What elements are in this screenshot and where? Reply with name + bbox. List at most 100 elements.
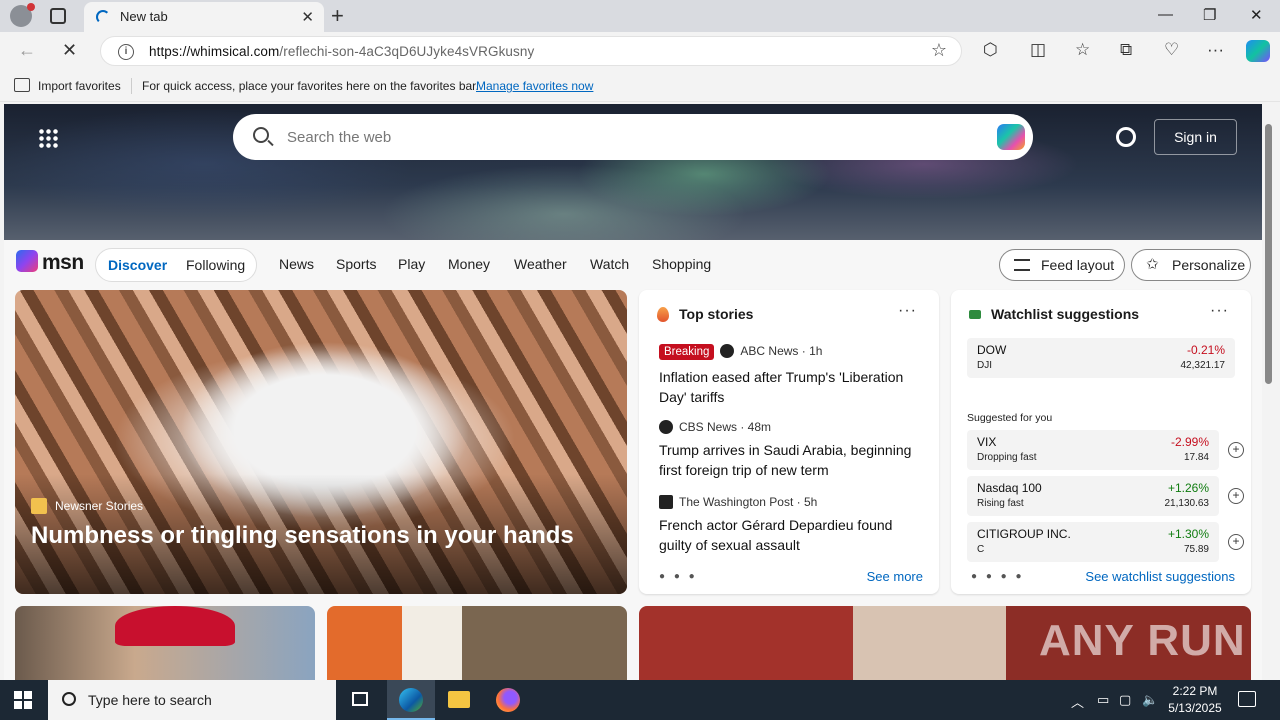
url-text: https://whimsical.com/reflechi-son-4aC3q… bbox=[149, 44, 535, 59]
minimize-button[interactable]: — bbox=[1158, 6, 1173, 23]
favorites-hint: For quick access, place your favorites h… bbox=[142, 79, 479, 93]
carousel-dots[interactable]: ● ● ● ● bbox=[971, 571, 1025, 582]
battery-icon[interactable]: ▭ bbox=[1097, 692, 1109, 708]
stock-row-dow[interactable]: DOW DJI -0.21% 42,321.17 bbox=[967, 338, 1235, 378]
stop-button[interactable]: ✕ bbox=[62, 40, 77, 61]
web-search-box[interactable] bbox=[233, 114, 1033, 160]
nav-watch[interactable]: Watch bbox=[590, 256, 629, 272]
new-tab-button[interactable]: + bbox=[331, 3, 344, 29]
nav-money[interactable]: Money bbox=[448, 256, 490, 272]
cbs-news-icon bbox=[659, 420, 673, 434]
add-to-watchlist-icon[interactable]: + bbox=[1228, 534, 1244, 550]
favorites-bar: Import favorites For quick access, place… bbox=[0, 70, 1280, 102]
restore-button[interactable]: ❐ bbox=[1203, 6, 1216, 24]
more-options-icon[interactable]: ··· bbox=[1210, 302, 1229, 320]
copilot-icon[interactable] bbox=[997, 124, 1025, 150]
hero-story-card[interactable]: Newsner Stories Numbness or tingling sen… bbox=[15, 290, 627, 594]
chevron-up-icon[interactable]: ︿ bbox=[1071, 692, 1084, 711]
profile-icon[interactable] bbox=[10, 3, 35, 27]
favorites-icon[interactable]: ☆ bbox=[1075, 40, 1090, 60]
system-clock[interactable]: 2:22 PM 5/13/2025 bbox=[1160, 683, 1230, 717]
suggested-label: Suggested for you bbox=[967, 412, 1053, 424]
story-meta: Breaking ABC News · 1h bbox=[659, 344, 822, 360]
close-window-button[interactable]: ✕ bbox=[1250, 6, 1263, 24]
feed-tabs: Discover Following bbox=[95, 248, 257, 282]
personalize-star-icon: ✩ bbox=[1146, 256, 1159, 273]
story-title[interactable]: Inflation eased after Trump's 'Liberatio… bbox=[659, 367, 921, 407]
news-thumbnail[interactable] bbox=[327, 606, 627, 680]
address-bar-row: ← ✕ i https://whimsical.com/reflechi-son… bbox=[0, 32, 1280, 70]
gear-icon[interactable] bbox=[1116, 127, 1136, 147]
story-title[interactable]: Trump arrives in Saudi Arabia, beginning… bbox=[659, 440, 921, 480]
network-icon[interactable]: ▢ bbox=[1119, 692, 1131, 708]
scrollbar[interactable] bbox=[1262, 104, 1276, 676]
taskbar-search-placeholder: Type here to search bbox=[88, 692, 212, 708]
see-more-link[interactable]: See more bbox=[867, 569, 923, 584]
nav-shopping[interactable]: Shopping bbox=[652, 256, 711, 272]
stock-row-citigroup[interactable]: CITIGROUP INC. C +1.30% 75.89 + bbox=[967, 522, 1244, 562]
nav-sports[interactable]: Sports bbox=[336, 256, 376, 272]
manage-favorites-link[interactable]: Manage favorites now bbox=[476, 79, 593, 93]
fire-icon bbox=[657, 307, 669, 322]
extensions-icon[interactable]: ⬡ bbox=[983, 40, 998, 60]
split-screen-icon[interactable]: ◫ bbox=[1030, 40, 1046, 60]
add-to-watchlist-icon[interactable]: + bbox=[1228, 488, 1244, 504]
tab-actions-icon[interactable] bbox=[50, 8, 66, 24]
personalize-label: Personalize bbox=[1172, 257, 1246, 273]
scrollbar-thumb[interactable] bbox=[1265, 124, 1272, 384]
carousel-dots[interactable]: ● ● ● bbox=[659, 571, 698, 582]
clock-date: 5/13/2025 bbox=[1168, 701, 1222, 715]
firefox-icon[interactable] bbox=[484, 680, 532, 720]
see-watchlist-link[interactable]: See watchlist suggestions bbox=[1085, 569, 1235, 584]
add-to-watchlist-icon[interactable]: + bbox=[1228, 442, 1244, 458]
volume-icon[interactable]: 🔈 bbox=[1142, 692, 1158, 708]
tab-new-tab[interactable]: New tab ✕ bbox=[84, 2, 324, 32]
top-stories-title[interactable]: Top stories bbox=[679, 306, 753, 322]
collections-icon[interactable]: ⧉ bbox=[1120, 40, 1132, 60]
apps-grid-icon[interactable] bbox=[38, 128, 58, 148]
search-input[interactable] bbox=[287, 126, 967, 148]
stock-change: -2.99% bbox=[1170, 435, 1209, 449]
stock-symbol: VIX bbox=[977, 435, 997, 449]
nav-weather[interactable]: Weather bbox=[514, 256, 567, 272]
watchlist-title[interactable]: Watchlist suggestions bbox=[991, 306, 1139, 322]
info-icon[interactable]: i bbox=[118, 44, 134, 60]
browser-essentials-icon[interactable]: ♡ bbox=[1164, 40, 1179, 60]
task-view-icon[interactable] bbox=[336, 680, 384, 720]
taskbar-search[interactable]: Type here to search bbox=[48, 680, 336, 720]
stock-trend-icon bbox=[969, 310, 981, 319]
nav-news[interactable]: News bbox=[279, 256, 314, 272]
stock-sub: Rising fast bbox=[977, 498, 1024, 509]
sign-in-button[interactable]: Sign in bbox=[1154, 119, 1237, 155]
news-thumbnail[interactable] bbox=[15, 606, 315, 680]
story-title[interactable]: French actor Gérard Depardieu found guil… bbox=[659, 515, 921, 555]
stock-sub: Dropping fast bbox=[977, 452, 1037, 463]
nav-play[interactable]: Play bbox=[398, 256, 425, 272]
stock-symbol: Nasdaq 100 bbox=[977, 481, 1042, 495]
star-icon[interactable]: ☆ bbox=[931, 40, 947, 61]
hero-headline[interactable]: Numbness or tingling sensations in your … bbox=[31, 522, 574, 550]
edge-taskbar-icon[interactable] bbox=[387, 680, 435, 720]
more-options-icon[interactable]: ··· bbox=[898, 302, 917, 320]
copilot-icon[interactable] bbox=[1246, 40, 1270, 62]
more-icon[interactable]: ··· bbox=[1207, 40, 1224, 60]
tab-bar: New tab ✕ + — ❐ ✕ bbox=[0, 0, 1280, 32]
feed-layout-button[interactable]: Feed layout bbox=[999, 249, 1125, 281]
stock-row-nasdaq[interactable]: Nasdaq 100 Rising fast +1.26% 21,130.63 … bbox=[967, 476, 1244, 516]
stock-symbol: DOW bbox=[977, 343, 1007, 357]
windows-start-icon[interactable] bbox=[14, 691, 32, 709]
breaking-badge: Breaking bbox=[659, 344, 715, 360]
back-button[interactable]: ← bbox=[18, 40, 36, 61]
browser-window: New tab ✕ + — ❐ ✕ ← ✕ i https://whimsica… bbox=[0, 0, 1280, 680]
tab-following[interactable]: Following bbox=[186, 257, 245, 273]
tab-discover[interactable]: Discover bbox=[108, 257, 167, 273]
address-bar[interactable]: i https://whimsical.com/reflechi-son-4aC… bbox=[100, 36, 962, 66]
personalize-button[interactable]: ✩ Personalize bbox=[1131, 249, 1251, 281]
story-meta: The Washington Post · 5h bbox=[659, 495, 817, 509]
msn-butterfly-icon bbox=[16, 250, 38, 272]
stock-row-vix[interactable]: VIX Dropping fast -2.99% 17.84 + bbox=[967, 430, 1244, 470]
close-tab-icon[interactable]: ✕ bbox=[301, 8, 314, 26]
notifications-icon[interactable] bbox=[1238, 691, 1256, 707]
file-explorer-icon[interactable] bbox=[435, 680, 483, 720]
import-favorites-button[interactable]: Import favorites bbox=[38, 79, 121, 93]
